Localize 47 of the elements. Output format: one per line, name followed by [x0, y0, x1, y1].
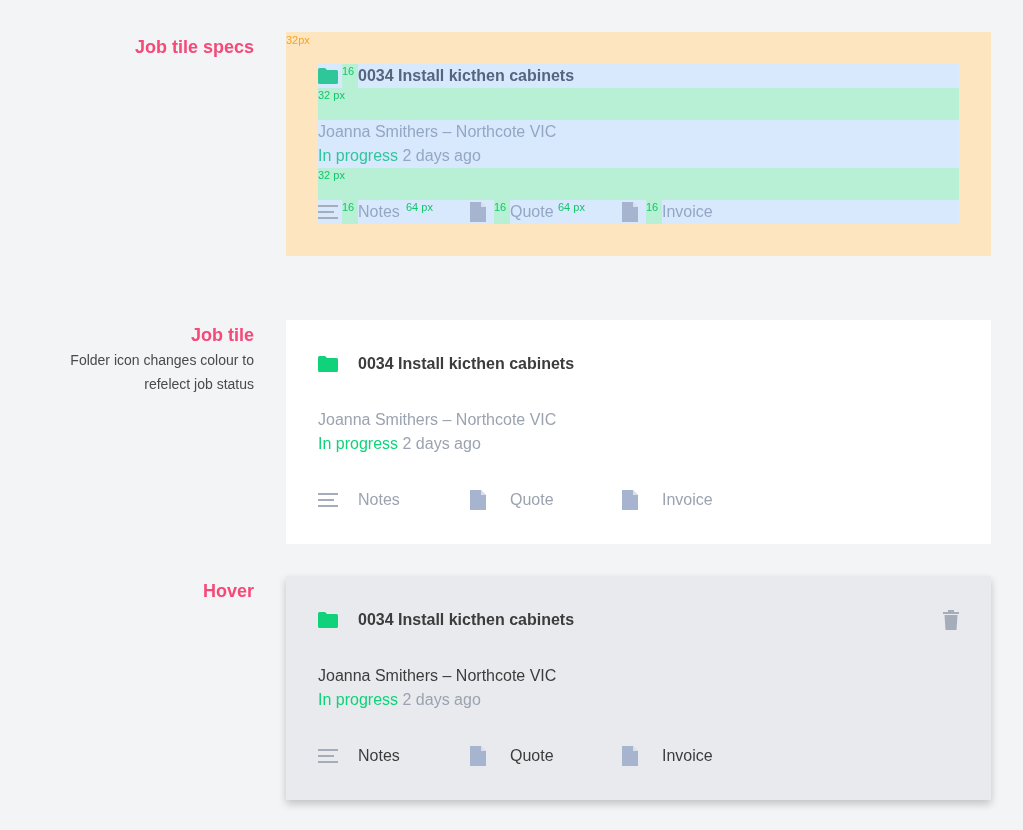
- spacing-annotation: 16: [342, 200, 355, 214]
- document-icon[interactable]: [622, 746, 638, 766]
- spacing-annotation: 64 px: [406, 200, 433, 214]
- folder-icon: [318, 68, 338, 84]
- document-icon[interactable]: [622, 202, 638, 222]
- folder-icon: [318, 356, 338, 372]
- notes-icon[interactable]: [318, 493, 338, 507]
- time-ago: 2 days ago: [402, 435, 481, 452]
- spacing-annotation: 16: [646, 200, 659, 214]
- customer-location: Joanna Smithers – Northcote VIC: [318, 410, 557, 430]
- document-icon[interactable]: [470, 490, 486, 510]
- job-status: In progress: [318, 435, 399, 452]
- action-link[interactable]: Quote: [510, 747, 558, 765]
- job-status: In progress: [318, 691, 399, 708]
- notes-icon[interactable]: [318, 205, 338, 219]
- action-link[interactable]: Quote: [510, 491, 558, 509]
- section-title: Job tile: [190, 324, 254, 346]
- action-link[interactable]: Notes: [358, 491, 406, 509]
- action-link[interactable]: Invoice: [662, 491, 710, 509]
- job-title: 0034 Install kicthen cabinets: [358, 67, 575, 85]
- spacing-annotation: 32 px: [318, 88, 345, 102]
- document-icon[interactable]: [470, 746, 486, 766]
- document-icon[interactable]: [622, 490, 638, 510]
- padding-annotation: 32px: [286, 34, 310, 46]
- spacing-annotation: 16: [342, 64, 355, 78]
- time-ago: 2 days ago: [402, 147, 481, 164]
- section-title: Job tile specs: [133, 36, 254, 58]
- action-link[interactable]: Notes: [358, 747, 406, 765]
- action-link[interactable]: Notes: [358, 203, 406, 221]
- section-description: Folder icon changes colour to refelect job status: [69, 351, 254, 394]
- trash-icon[interactable]: [943, 610, 959, 630]
- action-link[interactable]: Invoice: [662, 747, 710, 765]
- time-ago: 2 days ago: [402, 691, 481, 708]
- customer-location: Joanna Smithers – Northcote VIC: [318, 666, 557, 686]
- customer-location: Joanna Smithers – Northcote VIC: [318, 122, 557, 142]
- folder-icon: [318, 612, 338, 628]
- action-link[interactable]: Quote: [510, 203, 558, 221]
- notes-icon[interactable]: [318, 749, 338, 763]
- spacing-annotation: 16: [494, 200, 507, 214]
- job-title: 0034 Install kicthen cabinets: [358, 611, 575, 629]
- section-title: Hover: [201, 580, 254, 602]
- document-icon[interactable]: [470, 202, 486, 222]
- job-status: In progress: [318, 147, 399, 164]
- spacing-annotation: 64 px: [558, 200, 585, 214]
- spacing-annotation: 32 px: [318, 168, 345, 182]
- job-title: 0034 Install kicthen cabinets: [358, 355, 575, 373]
- action-link[interactable]: Invoice: [662, 203, 710, 221]
